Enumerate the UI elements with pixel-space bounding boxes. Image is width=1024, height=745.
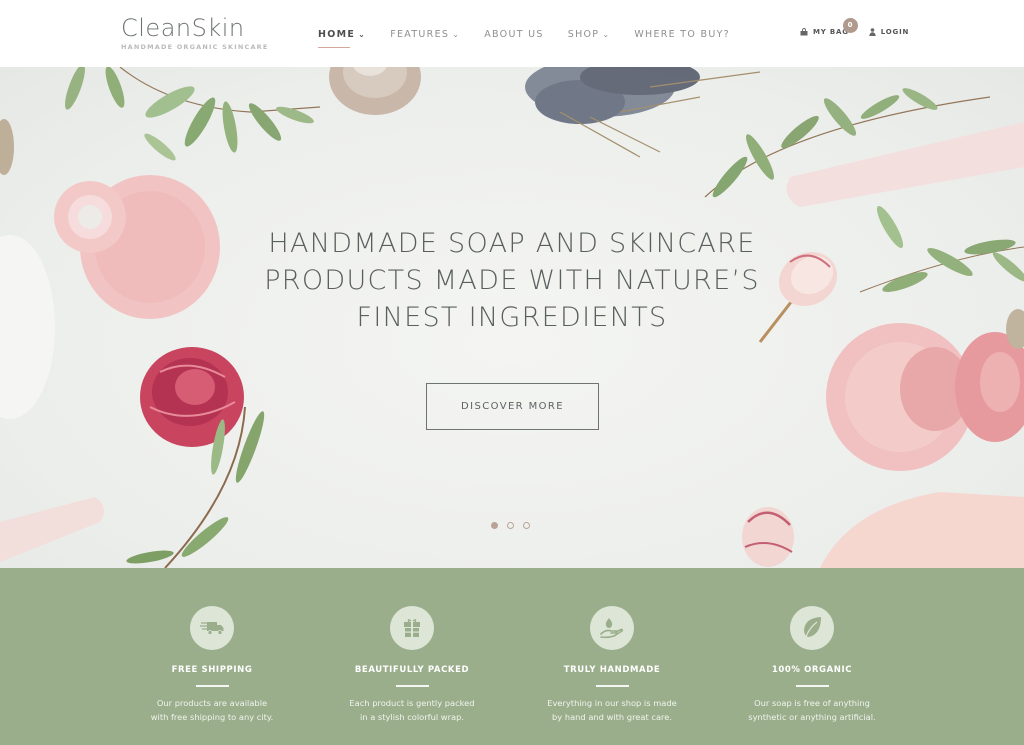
hero-title-line: HANDMADE SOAP AND SKINCARE [268,228,756,259]
shopping-bag-icon [800,28,808,36]
nav-label: FEATURES [390,29,450,40]
feature-divider [195,685,229,687]
feature-divider [795,685,829,687]
nav-label: ABOUT US [484,29,544,40]
bag-count-badge: 0 [843,18,858,33]
discover-more-button[interactable]: DISCOVER MORE [426,383,599,430]
pink-candle-bottom [0,497,104,562]
feature-icon-circle [590,606,634,650]
hand-drop-icon [600,618,624,639]
bronze-dish [0,119,14,175]
feature-title: 100% ORGANIC [771,665,853,675]
feature-title: TRULY HANDMADE [563,665,661,675]
pink-candle [786,122,1024,207]
chevron-down-icon: ⌄ [358,30,367,39]
main-nav: HOME ⌄ FEATURES ⌄ ABOUT US SHOP ⌄ WHERE TO … [318,29,754,48]
feature-icon-circle [190,606,234,650]
hero-title-line: FINEST INGREDIENTS [356,302,668,333]
feature-title: FREE SHIPPING [171,665,253,675]
feature-text-line: Each product is gently packed [349,698,475,708]
feature-beautifully-packed: BEAUTIFULLY PACKED Each product is gentl… [317,568,507,724]
login-button[interactable]: LOGIN [869,28,909,36]
lavender-bunch [525,67,761,158]
user-icon [869,28,876,36]
feature-free-shipping: FREE SHIPPING Our products are available… [117,568,307,724]
nav-item-features[interactable]: FEATURES ⌄ [390,29,460,43]
feature-divider [595,685,629,687]
login-label: LOGIN [880,28,910,36]
hero-title: HANDMADE SOAP AND SKINCARE PRODUCTS MADE… [0,225,1024,336]
nav-label: WHERE TO BUY? [634,29,731,40]
hero-slider: HANDMADE SOAP AND SKINCARE PRODUCTS MADE… [0,67,1024,568]
nav-item-about-us[interactable]: ABOUT US [484,29,544,43]
nav-item-shop[interactable]: SHOP ⌄ [568,29,611,43]
feature-description: Our soap is free of anything synthetic o… [717,696,907,724]
feature-divider [395,685,429,687]
feature-description: Everything in our shop is made by hand a… [517,696,707,724]
chevron-down-icon: ⌄ [452,30,461,39]
pink-cloth [820,492,1024,568]
feature-icon-circle [790,606,834,650]
nav-label: SHOP [567,29,600,40]
feature-description: Each product is gently packed in a styli… [317,696,507,724]
hero-title-line: PRODUCTS MADE WITH NATURE’S [264,265,760,296]
feature-text-line: by hand and with great care. [552,712,672,722]
feature-text-line: with free shipping to any city. [150,712,274,722]
logo-tagline: HANDMADE ORGANIC SKINCARE [121,43,269,51]
nav-label: HOME [318,29,356,40]
nav-item-home[interactable]: HOME ⌄ [318,29,367,48]
rose-bud-bottom [742,507,794,567]
slide-dot-3[interactable] [523,522,530,529]
feature-icon-circle [390,606,434,650]
slide-dot-1[interactable] [491,522,498,529]
chevron-down-icon: ⌄ [602,30,611,39]
gift-box-icon [404,619,420,637]
eucalyptus-branch-top-left [65,67,321,161]
nav-item-where-to-buy[interactable]: WHERE TO BUY? [634,29,730,43]
slide-dot-2[interactable] [507,522,514,529]
my-bag-button[interactable]: MY BAG 0 [800,18,858,36]
feature-description: Our products are available with free shi… [117,696,307,724]
features-band: FREE SHIPPING Our products are available… [0,568,1024,745]
delivery-truck-icon [200,622,224,635]
feature-truly-handmade: TRULY HANDMADE Everything in our shop is… [517,568,707,724]
logo-name: CleanSkin [121,14,245,42]
feature-text-line: Our soap is free of anything [754,698,870,708]
feature-text-line: Everything in our shop is made [547,698,677,708]
header-actions: MY BAG 0 LOGIN [800,18,909,36]
leaf-icon [804,617,821,640]
feature-text-line: in a stylish colorful wrap. [360,712,464,722]
feature-text-line: synthetic or anything artificial. [748,712,876,722]
site-header: CleanSkin HANDMADE ORGANIC SKINCARE HOME… [0,0,1024,67]
red-rose [126,347,265,568]
slider-pagination [491,522,539,529]
feature-100-organic: 100% ORGANIC Our soap is free of anythin… [717,568,907,724]
feature-text-line: Our products are available [156,698,268,708]
glass-jar [329,67,421,115]
logo[interactable]: CleanSkin HANDMADE ORGANIC SKINCARE [121,15,269,51]
feature-title: BEAUTIFULLY PACKED [354,665,470,675]
